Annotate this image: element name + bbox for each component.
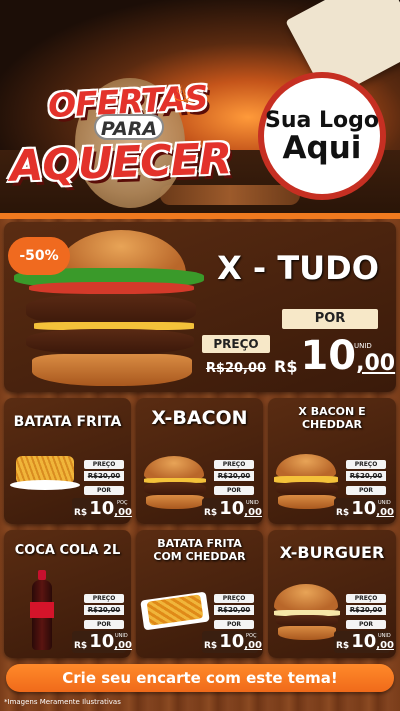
title-aquecer: AQUECER bbox=[9, 134, 232, 192]
product-card[interactable]: COCA COLA 2L PREÇO R$20,00 POR R$ 10 ,00… bbox=[4, 530, 132, 658]
featured-por-label: POR bbox=[282, 309, 378, 329]
featured-name: X - TUDO bbox=[217, 249, 379, 287]
product-unit: UNID bbox=[378, 500, 391, 506]
product-unit: UNID bbox=[115, 633, 128, 639]
product-unit: POÇ bbox=[117, 500, 128, 506]
fire-logs bbox=[160, 185, 300, 205]
logo-line2: Aqui bbox=[282, 130, 362, 166]
product-preco-label: PREÇO bbox=[214, 594, 254, 603]
product-price-int: 10 bbox=[351, 631, 377, 652]
product-name: X-BACON bbox=[151, 407, 248, 429]
product-name: X BACON E CHEDDAR bbox=[298, 405, 366, 431]
logo-placeholder[interactable]: Sua Logo Aqui bbox=[258, 72, 386, 200]
product-por-label: POR bbox=[346, 486, 386, 495]
product-preco-label: PREÇO bbox=[214, 460, 254, 469]
product-por-label: POR bbox=[84, 486, 124, 495]
product-card[interactable]: BATATA FRITA COM CHEDDAR PREÇO R$20,00 P… bbox=[136, 530, 263, 658]
flame-icon: ♨ bbox=[172, 82, 192, 107]
product-por-label: POR bbox=[214, 486, 254, 495]
product-old-price: R$20,00 bbox=[346, 605, 386, 615]
product-currency: R$ bbox=[74, 508, 88, 518]
product-price-dec: ,00 bbox=[376, 640, 394, 651]
product-unit: UNID bbox=[378, 633, 391, 639]
product-price-int: 10 bbox=[89, 631, 115, 652]
product-currency: R$ bbox=[74, 641, 88, 651]
product-preco-label: PREÇO bbox=[346, 594, 386, 603]
product-old-price: R$20,00 bbox=[84, 605, 124, 615]
featured-currency: R$ bbox=[274, 357, 298, 376]
product-card[interactable]: X-BURGUER PREÇO R$20,00 POR R$ 10 ,00 UN… bbox=[268, 530, 396, 658]
product-preco-label: PREÇO bbox=[84, 460, 124, 469]
featured-price-int: 10 bbox=[300, 333, 357, 379]
product-price-dec: ,00 bbox=[244, 640, 262, 651]
product-preco-label: PREÇO bbox=[84, 594, 124, 603]
featured-price-dec: ,00 bbox=[356, 351, 396, 376]
product-price-int: 10 bbox=[219, 631, 245, 652]
product-card[interactable]: X-BACON PREÇO R$20,00 POR R$ 10 ,00 UNID bbox=[136, 398, 263, 524]
product-price-dec: ,00 bbox=[114, 507, 132, 518]
featured-old-price: R$20,00 bbox=[205, 361, 267, 376]
product-old-price: R$20,00 bbox=[214, 605, 254, 615]
product-old-price: R$20,00 bbox=[84, 471, 124, 481]
product-unit: POÇ bbox=[246, 633, 257, 639]
product-currency: R$ bbox=[336, 641, 350, 651]
product-price-int: 10 bbox=[89, 498, 115, 519]
product-price-dec: ,00 bbox=[114, 640, 132, 651]
product-price-dec: ,00 bbox=[376, 507, 394, 518]
cta-button[interactable]: Crie seu encarte com este tema! bbox=[6, 664, 394, 692]
product-price-int: 10 bbox=[351, 498, 377, 519]
footnote: *Imagens Meramente Ilustrativas bbox=[4, 698, 121, 706]
featured-price-box: R$ 10 ,00 bbox=[272, 332, 395, 382]
product-name: BATATA FRITA COM CHEDDAR bbox=[153, 537, 246, 563]
product-currency: R$ bbox=[336, 508, 350, 518]
product-old-price: R$20,00 bbox=[346, 471, 386, 481]
featured-unit: UNID bbox=[354, 342, 372, 350]
product-currency: R$ bbox=[204, 641, 218, 651]
product-price-dec: ,00 bbox=[244, 507, 262, 518]
fries-illustration bbox=[10, 456, 80, 496]
product-card[interactable]: X BACON E CHEDDAR PREÇO R$20,00 POR R$ 1… bbox=[268, 398, 396, 524]
hero-banner: OFERTAS ♨ PARA AQUECER Sua Logo Aqui bbox=[0, 0, 400, 213]
featured-preco-label: PREÇO bbox=[202, 335, 270, 353]
product-name: COCA COLA 2L bbox=[14, 543, 121, 558]
product-name: BATATA FRITA bbox=[13, 414, 122, 430]
product-name: X-BURGUER bbox=[279, 543, 385, 562]
product-preco-label: PREÇO bbox=[346, 460, 386, 469]
discount-badge: -50% bbox=[8, 237, 70, 275]
product-por-label: POR bbox=[214, 620, 254, 629]
product-old-price: R$20,00 bbox=[214, 471, 254, 481]
product-price-int: 10 bbox=[219, 498, 245, 519]
product-por-label: POR bbox=[84, 620, 124, 629]
product-por-label: POR bbox=[346, 620, 386, 629]
cheddar-fries-illustration bbox=[140, 590, 212, 631]
product-currency: R$ bbox=[204, 508, 218, 518]
product-card[interactable]: BATATA FRITA PREÇO R$20,00 POR R$ 10 ,00… bbox=[4, 398, 132, 524]
product-unit: UNID bbox=[246, 500, 259, 506]
